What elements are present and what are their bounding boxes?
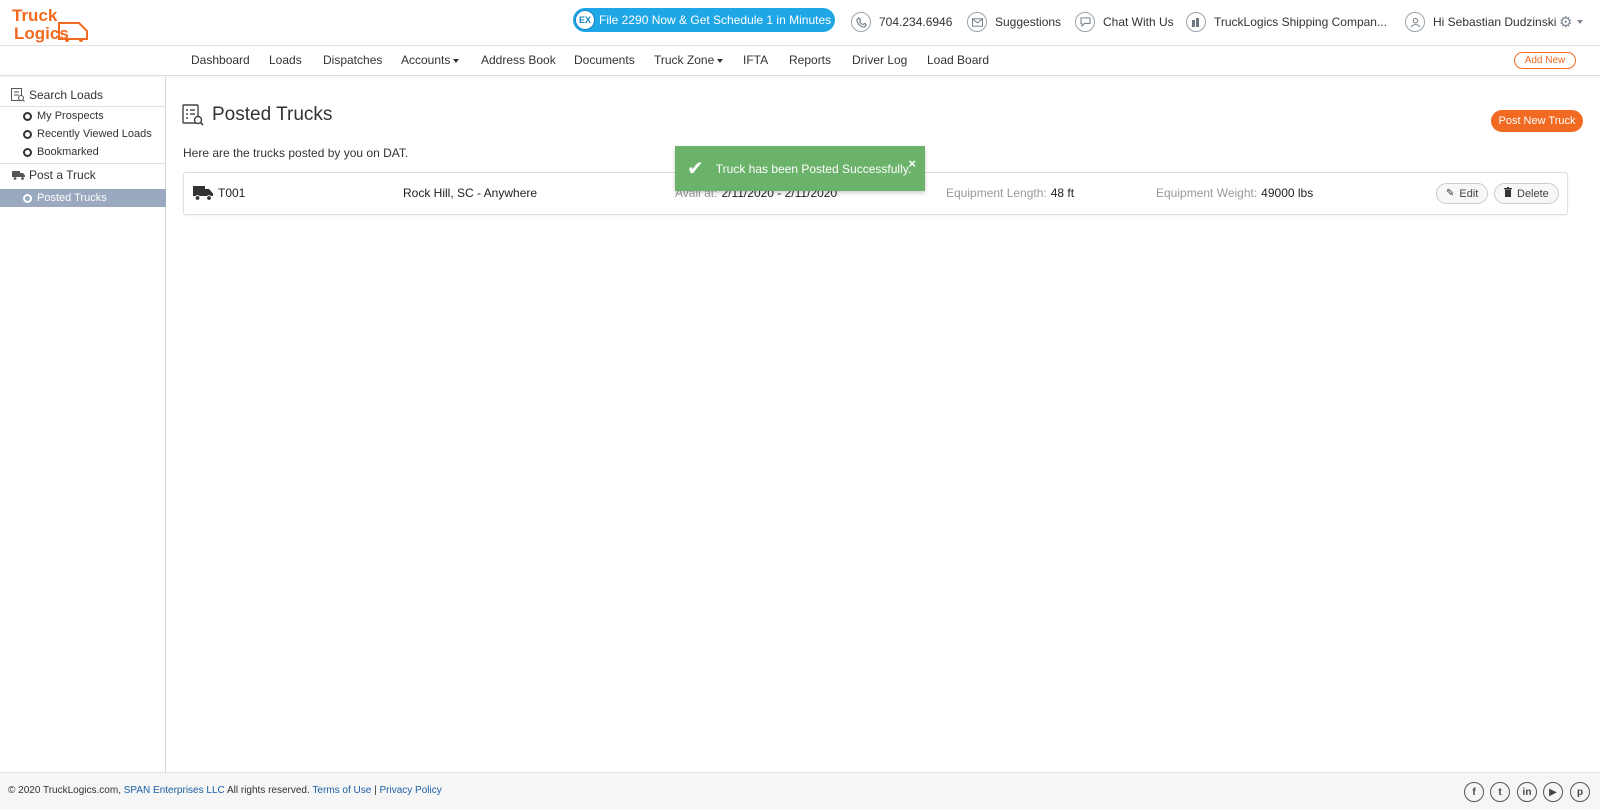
success-toast: ✔ Truck has been Posted Successfully. × — [675, 146, 925, 191]
page-title: Posted Trucks — [212, 104, 333, 125]
copyright-text: © 2020 TruckLogics.com, — [8, 785, 121, 796]
sidebar-item-label: Post a Truck — [29, 168, 96, 182]
file-2290-promo-button[interactable]: EX File 2290 Now & Get Schedule 1 in Min… — [573, 8, 835, 32]
circle-dot-icon — [23, 111, 32, 121]
weight-value: 49000 lbs — [1261, 186, 1314, 200]
truck-id: T001 — [218, 186, 246, 200]
pinterest-icon[interactable]: p — [1570, 782, 1590, 802]
youtube-icon[interactable]: ▶ — [1543, 782, 1563, 802]
span-enterprises-link[interactable]: SPAN Enterprises LLC — [124, 785, 225, 796]
top-header: Truck Logics EX File 2290 Now & Get Sche… — [0, 0, 1600, 46]
building-icon — [1186, 12, 1206, 32]
logo-text-truck: Truck — [12, 6, 58, 25]
footer-separator: | — [374, 785, 377, 796]
sidebar: Search Loads My Prospects Recently Viewe… — [0, 77, 166, 772]
company-selector[interactable]: TruckLogics Shipping Compan... — [1186, 12, 1387, 32]
circle-dot-icon — [23, 147, 32, 157]
sidebar-item-label: Recently Viewed Loads — [37, 128, 152, 140]
weight-label: Equipment Weight: — [1156, 186, 1258, 200]
sidebar-item-label: My Prospects — [37, 110, 104, 122]
circle-dot-icon — [23, 193, 32, 203]
company-name: TruckLogics Shipping Compan... — [1214, 15, 1387, 29]
facebook-icon[interactable]: f — [1464, 782, 1484, 802]
truck-icon — [11, 168, 25, 182]
nav-dispatches[interactable]: Dispatches — [323, 53, 382, 67]
nav-load-board[interactable]: Load Board — [927, 53, 989, 67]
length-label: Equipment Length: — [946, 186, 1047, 200]
rights-text: All rights reserved. — [226, 785, 310, 796]
nav-accounts-label: Accounts — [401, 53, 451, 67]
length-value: 48 ft — [1050, 186, 1075, 200]
settings-menu[interactable]: ⚙ — [1559, 12, 1587, 32]
posted-trucks-list-icon — [182, 104, 204, 126]
page-subtitle: Here are the trucks posted by you on DAT… — [183, 146, 409, 160]
edit-label: Edit — [1459, 187, 1479, 200]
phone-number: 704.234.6946 — [879, 15, 953, 29]
circle-dot-icon — [23, 129, 32, 139]
linkedin-icon[interactable]: in — [1517, 782, 1537, 802]
chat-label: Chat With Us — [1103, 15, 1174, 29]
search-list-icon — [11, 88, 25, 102]
sidebar-item-posted-trucks[interactable]: Posted Trucks — [0, 189, 166, 207]
chevron-down-icon — [453, 58, 460, 63]
phone-link[interactable]: 704.234.6946 — [851, 12, 952, 32]
nav-address-book[interactable]: Address Book — [481, 53, 556, 67]
nav-accounts[interactable]: Accounts — [401, 53, 460, 67]
form-2290-icon: EX — [575, 10, 595, 30]
footer-copyright: © 2020 TruckLogics.com, SPAN Enterprises… — [8, 785, 442, 796]
equipment-weight: Equipment Weight: 49000 lbs — [1156, 186, 1313, 200]
sidebar-item-recently-viewed[interactable]: Recently Viewed Loads — [0, 125, 166, 143]
truck-route: Rock Hill, SC - Anywhere — [403, 186, 538, 200]
sidebar-item-post-truck[interactable]: Post a Truck — [0, 164, 166, 186]
trash-icon — [1504, 187, 1512, 200]
checkmark-icon: ✔ — [687, 158, 704, 180]
user-menu[interactable]: Hi Sebastian Dudzinski — [1405, 12, 1556, 32]
chat-link[interactable]: Chat With Us — [1075, 12, 1174, 32]
sidebar-item-label: Bookmarked — [37, 146, 99, 158]
twitter-icon[interactable]: t — [1490, 782, 1510, 802]
trucklogics-logo[interactable]: Truck Logics — [11, 5, 93, 43]
sidebar-item-bookmarked[interactable]: Bookmarked — [0, 143, 166, 161]
suggestions-link[interactable]: Suggestions — [967, 12, 1061, 32]
sidebar-item-my-prospects[interactable]: My Prospects — [0, 107, 166, 125]
suggestions-label: Suggestions — [995, 15, 1062, 29]
nav-documents[interactable]: Documents — [574, 53, 635, 67]
user-greeting: Hi Sebastian Dudzinski — [1433, 15, 1557, 29]
equipment-length: Equipment Length: 48 ft — [946, 186, 1074, 200]
nav-truck-zone-label: Truck Zone — [654, 53, 715, 67]
post-new-truck-button[interactable]: Post New Truck — [1491, 110, 1583, 132]
nav-driver-log[interactable]: Driver Log — [852, 53, 907, 67]
edit-button[interactable]: ✎ Edit — [1436, 183, 1489, 204]
chevron-down-icon — [717, 58, 724, 63]
close-icon[interactable]: × — [908, 156, 916, 171]
envelope-icon — [967, 12, 987, 32]
nav-dashboard[interactable]: Dashboard — [191, 53, 250, 67]
pencil-icon: ✎ — [1446, 188, 1455, 199]
sidebar-item-label: Posted Trucks — [37, 192, 107, 204]
nav-truck-zone[interactable]: Truck Zone — [654, 53, 724, 67]
nav-ifta[interactable]: IFTA — [743, 53, 768, 67]
gear-icon: ⚙ — [1559, 14, 1573, 31]
chevron-down-icon — [1577, 20, 1584, 24]
sidebar-item-search-loads[interactable]: Search Loads — [0, 84, 166, 106]
phone-icon — [851, 12, 871, 32]
nav-reports[interactable]: Reports — [789, 53, 831, 67]
sidebar-item-label: Search Loads — [29, 88, 104, 102]
chat-bubble-icon — [1075, 12, 1095, 32]
truck-icon — [193, 186, 213, 201]
nav-loads[interactable]: Loads — [269, 53, 302, 67]
user-avatar-icon — [1405, 12, 1425, 32]
privacy-policy-link[interactable]: Privacy Policy — [379, 785, 441, 796]
toast-message: Truck has been Posted Successfully. — [715, 161, 912, 176]
add-new-button[interactable]: Add New — [1514, 52, 1576, 69]
delete-button[interactable]: Delete — [1494, 183, 1559, 204]
footer: © 2020 TruckLogics.com, SPAN Enterprises… — [0, 772, 1600, 809]
main-nav: Dashboard Loads Dispatches Accounts Addr… — [0, 46, 1600, 76]
logo-text-logics: Logics — [14, 24, 69, 43]
promo-label: File 2290 Now & Get Schedule 1 in Minute… — [599, 13, 832, 27]
terms-of-use-link[interactable]: Terms of Use — [312, 785, 371, 796]
delete-label: Delete — [1517, 187, 1549, 200]
